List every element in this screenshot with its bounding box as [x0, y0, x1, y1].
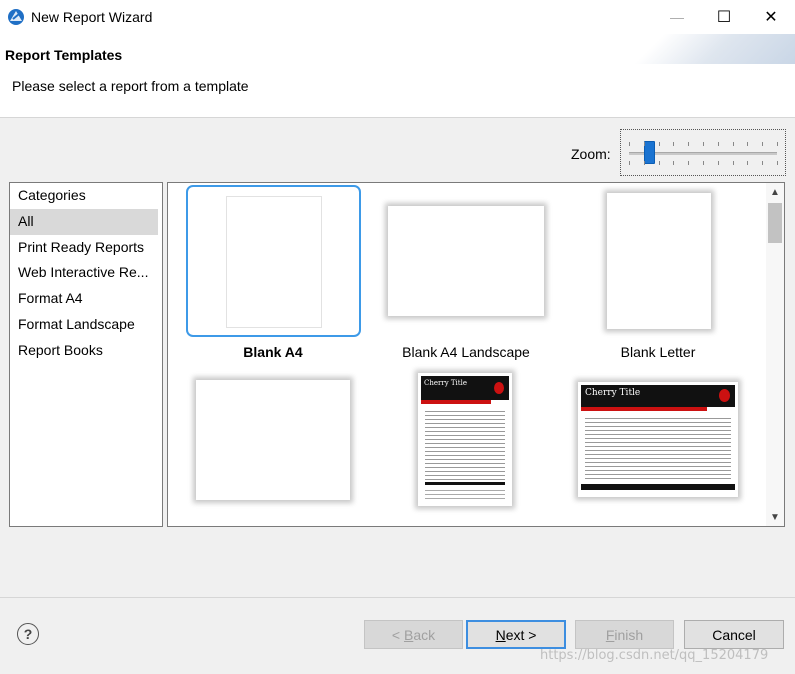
template-blank-letter[interactable] [607, 193, 711, 329]
zoom-tick [703, 142, 704, 146]
categories-header: Categories [18, 187, 86, 203]
zoom-tick [762, 161, 764, 165]
page-description: Please select a report from a template [12, 78, 249, 94]
zoom-tick [688, 142, 690, 146]
template-scrollbar[interactable]: ▲ ▼ [766, 183, 784, 526]
finish-button-label: Finish [605, 626, 644, 643]
category-report-books[interactable]: Report Books [10, 338, 162, 364]
wizard-body: Zoom: Categories All Print Ready Reports… [0, 118, 795, 598]
template-blank-landscape-2[interactable] [196, 380, 350, 500]
template-gallery: Blank A4 Blank A4 Landscape Blank Letter… [167, 182, 785, 527]
zoom-tick [762, 142, 764, 146]
header-decoration [595, 34, 795, 64]
cancel-button[interactable]: Cancel [684, 620, 784, 649]
template-label-blank-a4-landscape[interactable]: Blank A4 Landscape [371, 344, 561, 360]
eclipse-birt-icon [8, 9, 24, 25]
zoom-tick [629, 142, 630, 146]
template-preview-blank-a4 [226, 196, 322, 328]
zoom-tick [629, 161, 630, 165]
close-button[interactable]: ✕ [748, 0, 794, 34]
cherry-icon [719, 389, 730, 402]
zoom-tick [658, 161, 660, 165]
cherry-portrait-accent [421, 400, 491, 404]
finish-button[interactable]: Finish [575, 620, 674, 649]
zoom-slider[interactable] [620, 129, 786, 176]
zoom-tick [747, 142, 749, 146]
zoom-tick [673, 161, 675, 165]
maximize-button[interactable]: ☐ [701, 0, 747, 34]
cherry-landscape-accent [581, 407, 707, 411]
cherry-icon [494, 382, 504, 394]
zoom-tick [703, 161, 704, 165]
scroll-thumb[interactable] [768, 203, 782, 243]
category-web-interactive-reports[interactable]: Web Interactive Re... [10, 260, 162, 286]
zoom-tick [643, 161, 645, 165]
template-blank-a4-landscape[interactable] [388, 206, 544, 316]
template-label-blank-letter[interactable]: Blank Letter [563, 344, 753, 360]
maximize-icon: ☐ [716, 9, 732, 26]
cherry-landscape-preview: Cherry Title [581, 385, 735, 494]
category-print-ready-reports[interactable]: Print Ready Reports [10, 235, 162, 261]
wizard-footer: ? < Back Next > Finish Cancel https://bl… [0, 598, 795, 674]
next-button[interactable]: Next > [466, 620, 566, 649]
template-cherry-landscape[interactable]: Cherry Title [578, 382, 738, 497]
cherry-landscape-title: Cherry Title [585, 388, 641, 398]
template-blank-a4[interactable] [186, 185, 361, 337]
scroll-down-arrow-icon[interactable]: ▼ [766, 508, 784, 526]
zoom-tick [777, 142, 778, 146]
template-label-blank-a4[interactable]: Blank A4 [178, 344, 368, 360]
cherry-portrait-preview: Cherry Title [421, 376, 509, 503]
close-icon: ✕ [764, 9, 778, 26]
watermark-text: https://blog.csdn.net/qq_15204179 [540, 648, 769, 663]
scroll-up-arrow-icon[interactable]: ▲ [766, 183, 784, 201]
cherry-portrait-rule [425, 482, 505, 485]
back-button-label: < Back [391, 626, 436, 643]
cancel-button-label: Cancel [712, 626, 756, 643]
cherry-portrait-title: Cherry Title [424, 379, 467, 387]
category-format-landscape[interactable]: Format Landscape [10, 312, 162, 338]
minimize-icon: — [670, 9, 684, 25]
zoom-tick [717, 161, 719, 165]
help-icon[interactable]: ? [17, 623, 39, 645]
next-button-label: Next > [495, 626, 537, 643]
zoom-tick [673, 142, 675, 146]
zoom-tick [717, 142, 719, 146]
cherry-landscape-footer [581, 484, 735, 490]
zoom-thumb[interactable] [643, 141, 655, 164]
zoom-label: Zoom: [571, 146, 611, 162]
category-all[interactable]: All [10, 208, 158, 235]
wizard-header: Report Templates Please select a report … [0, 34, 795, 118]
zoom-tick [732, 161, 734, 165]
zoom-tick [688, 161, 690, 165]
cherry-landscape-rows [585, 415, 731, 479]
minimize-button[interactable]: — [654, 0, 700, 34]
cherry-portrait-rows [425, 408, 505, 480]
categories-list[interactable]: Categories All Print Ready Reports Web I… [9, 182, 163, 527]
back-button[interactable]: < Back [364, 620, 463, 649]
zoom-tick [658, 142, 660, 146]
window-title: New Report Wizard [31, 9, 153, 25]
cherry-portrait-summary [425, 487, 505, 499]
page-title: Report Templates [5, 47, 123, 63]
title-bar: New Report Wizard — ☐ ✕ [0, 0, 795, 34]
zoom-tick [777, 161, 778, 165]
zoom-tick [747, 161, 749, 165]
zoom-tick [732, 142, 734, 146]
template-cherry-portrait[interactable]: Cherry Title [418, 373, 512, 506]
category-format-a4[interactable]: Format A4 [10, 286, 162, 312]
zoom-tick [643, 142, 645, 146]
